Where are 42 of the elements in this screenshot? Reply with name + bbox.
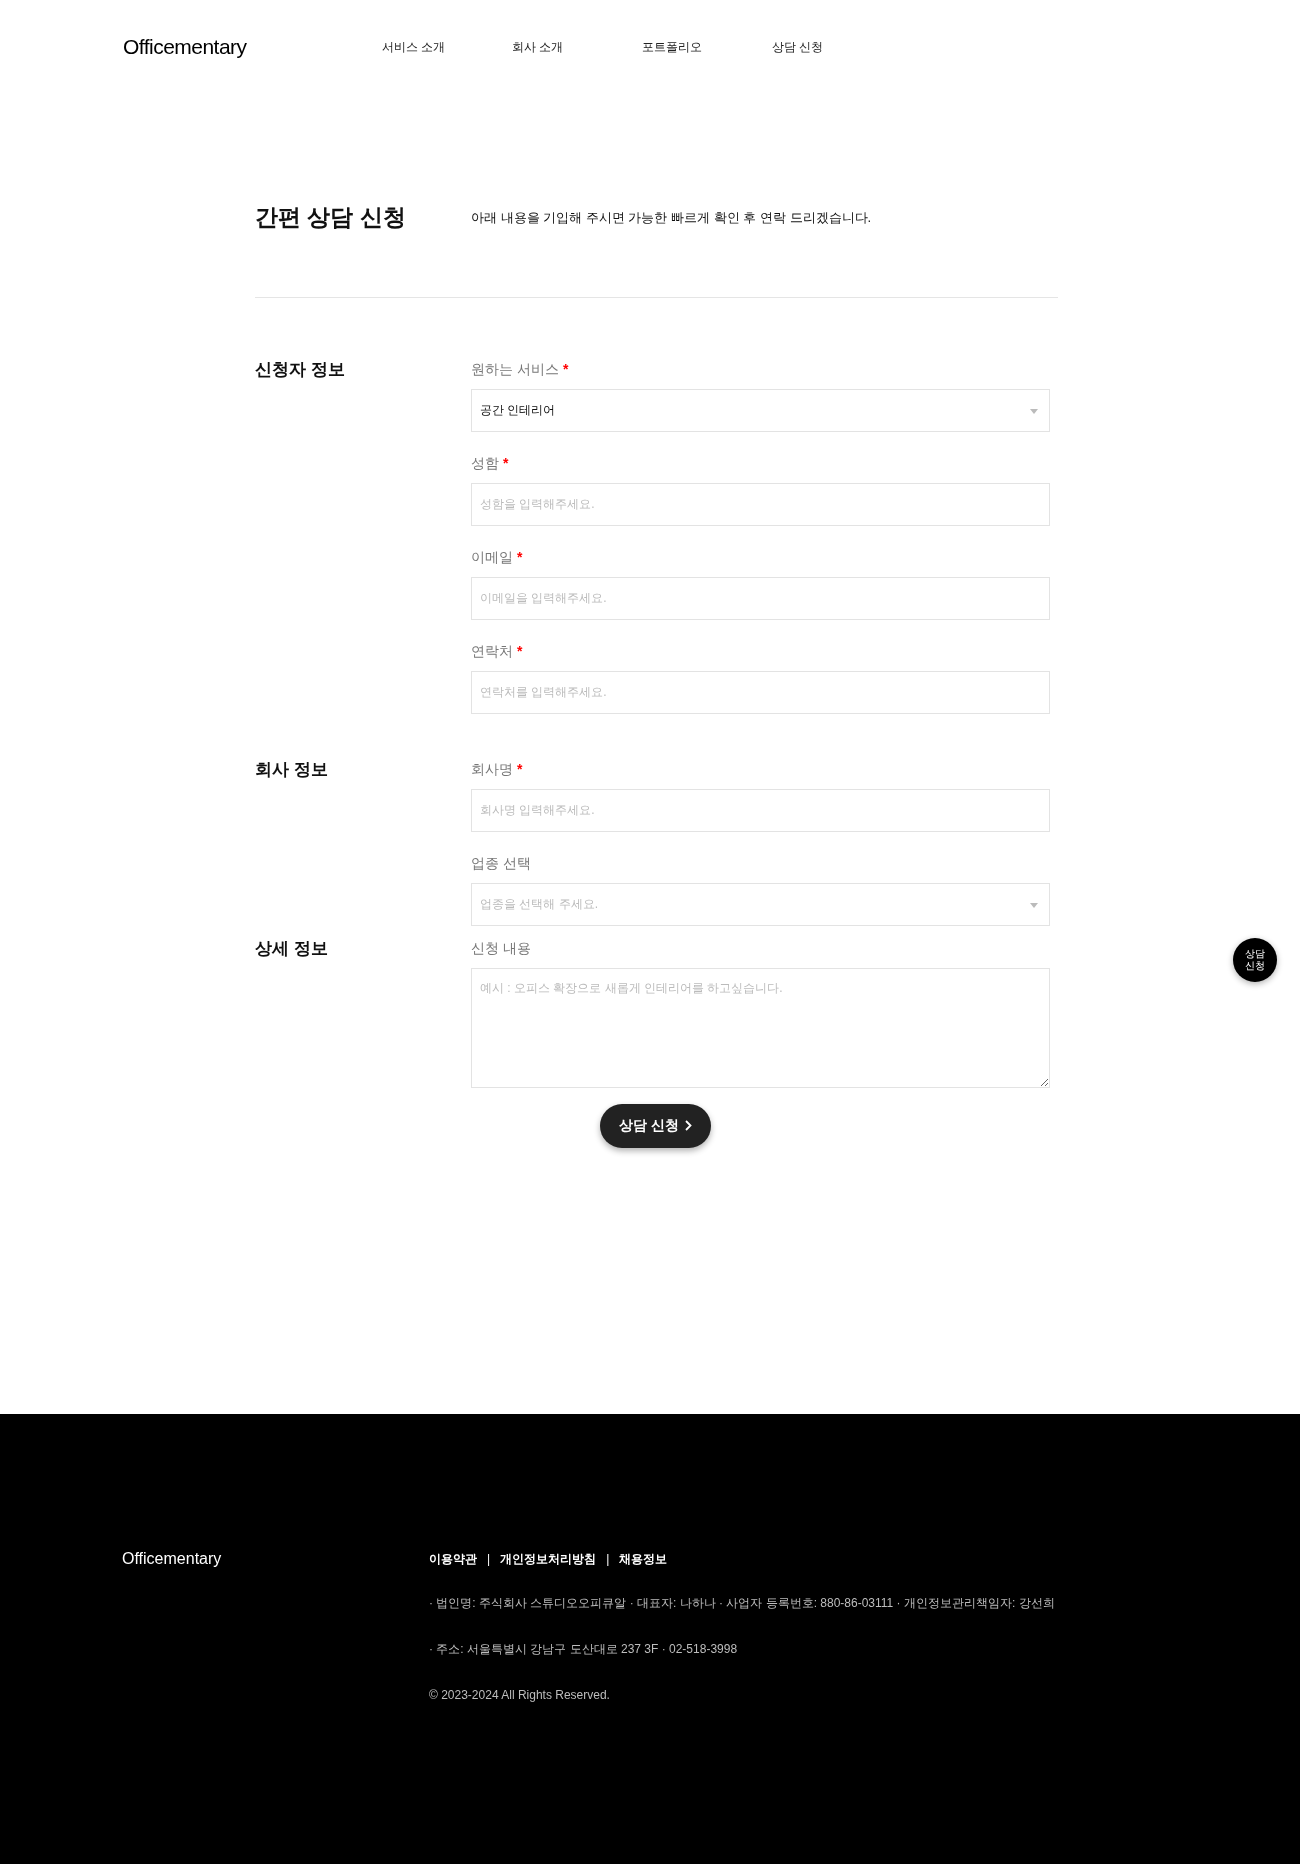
company-info-text: · 법인명: 주식회사 스튜디오오피큐알 · 대표자: 나하나 · 사업자 등록번호: 880-86-03111 · 개인정보관리책임자: 강선희 <box>429 1595 1055 1612</box>
footer-link[interactable]: 채용정보 <box>619 1550 668 1568</box>
copyright-text: © 2023-2024 All Rights Reserved. <box>429 1687 611 1704</box>
link-separator: | <box>606 1551 610 1568</box>
required-mark: * <box>503 454 509 473</box>
nav-link[interactable]: 포트폴리오 <box>642 38 772 56</box>
dropdown-caret-icon <box>1030 408 1038 414</box>
field-label: 신청 내용 <box>471 939 531 958</box>
intro-text: 아래 내용을 기입해 주시면 가능한 빠르게 확인 후 연락 드리겠습니다. <box>471 208 872 227</box>
field-label: 원하는 서비스 <box>471 360 559 379</box>
footer-link[interactable]: 이용약관 <box>429 1550 477 1568</box>
nav-link[interactable]: 서비스 소개 <box>382 38 512 56</box>
submit-button[interactable]: 상담 신청 <box>600 1103 711 1148</box>
required-mark: * <box>517 760 523 779</box>
select-field[interactable]: 공간 인테리어 <box>471 388 1050 432</box>
input-field[interactable]: 이메일을 입력해주세요. <box>471 576 1050 620</box>
nav-link[interactable]: 회사 소개 <box>512 38 642 56</box>
field-label: 연락처 <box>471 642 513 661</box>
floating-consult-button[interactable]: 상담 신청 <box>1233 938 1277 982</box>
footer-link[interactable]: 개인정보처리방침 <box>500 1550 597 1568</box>
section-title: 신청자 정보 <box>255 359 346 381</box>
logo[interactable]: Officementary <box>123 31 382 63</box>
link-separator: | <box>487 1551 491 1568</box>
nav-link[interactable]: 상담 신청 <box>772 38 902 56</box>
input-field[interactable]: 회사명 입력해주세요. <box>471 788 1050 832</box>
field-label: 이메일 <box>471 548 513 567</box>
footer-logo: Officementary <box>121 1549 223 1569</box>
required-mark: * <box>562 360 569 379</box>
section-title: 상세 정보 <box>255 938 329 960</box>
input-field[interactable]: 성함을 입력해주세요. <box>471 482 1050 526</box>
required-mark: * <box>517 642 523 661</box>
field-label: 회사명 <box>471 760 513 779</box>
page-title: 간편 상담 신청 <box>255 203 407 232</box>
field-label: 성함 <box>471 454 499 473</box>
chevron-right-icon <box>684 1120 692 1131</box>
textarea-field[interactable]: 예시 : 오피스 확장으로 새롭게 인테리어를 하고싶습니다. <box>471 967 1050 1088</box>
field-label: 업종 선택 <box>471 854 531 873</box>
required-mark: * <box>517 548 523 567</box>
dropdown-caret-icon <box>1030 902 1038 908</box>
section-title: 회사 정보 <box>255 759 329 781</box>
input-field[interactable]: 연락처를 입력해주세요. <box>471 670 1050 714</box>
company-info-text: · 주소: 서울특별시 강남구 도산대로 237 3F · 02-518-3998 <box>429 1641 739 1658</box>
